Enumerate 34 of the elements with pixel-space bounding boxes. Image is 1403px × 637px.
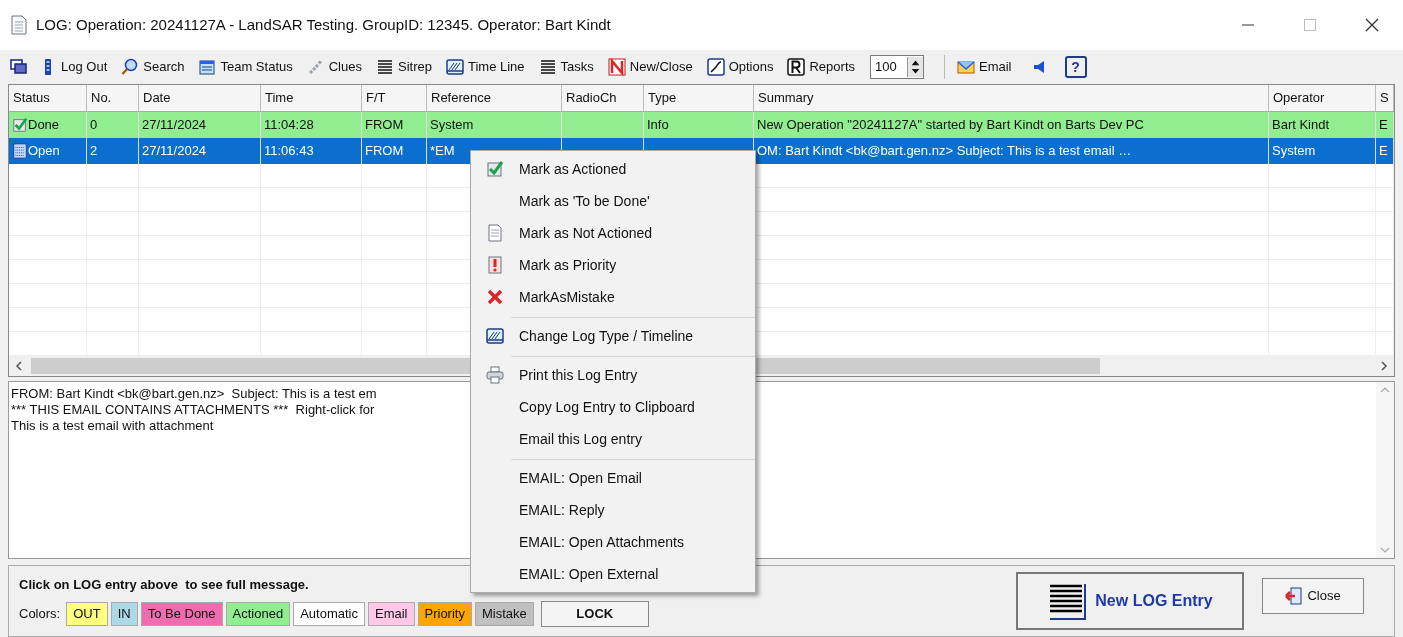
table-cell-text: OM: Bart Kindt <bk@bart.gen.nz> Subject: This is a test email … — [757, 142, 1132, 161]
color-legend-item: Automatic — [293, 601, 365, 626]
table-cell-text: E — [1379, 142, 1388, 161]
message-line: FROM: Bart Kindt <bk@bart.gen.nz> Subject: This is a test em — [11, 386, 377, 402]
table-cell-text: *EM — [430, 142, 455, 161]
table-cell-text: System — [1272, 142, 1316, 161]
table-cell-text: Open — [28, 142, 60, 161]
table-cell-text: 11:06:43 — [264, 142, 314, 161]
table-cell-text: 27/11/2024 — [142, 142, 207, 161]
table-cell-text: 11:04:28 — [264, 116, 314, 135]
color-legend-item: OUT — [66, 601, 108, 626]
table-cell-text: System — [430, 116, 474, 135]
spinner-value: 100 — [874, 58, 898, 77]
table-cell-text: Info — [647, 116, 669, 135]
table-cell-text: FROM — [365, 116, 404, 135]
table-cell-text: Bart Kindt — [1272, 116, 1330, 135]
message-line: This is a test email with attachment — [11, 418, 214, 434]
color-legend-item: Actioned — [225, 601, 291, 626]
table-cell-text: 0 — [90, 116, 98, 135]
message-line: *** THIS EMAIL CONTAINS ATTACHMENTS *** Right-click for — [11, 402, 375, 418]
table-cell-text: Done — [28, 116, 60, 135]
hint-text: Click on LOG entry above to see full message. — [19, 576, 309, 595]
color-legend-item: Priority — [417, 601, 472, 626]
table-cell-text: 2 — [90, 142, 98, 161]
table-cell-text: 27/11/2024 — [142, 116, 207, 135]
color-legend-item: To Be Done — [140, 601, 223, 626]
color-legend-item: Email — [368, 601, 415, 626]
color-legend-item: IN — [110, 601, 138, 626]
color-legend-item: Mistake — [474, 601, 534, 626]
table-cell-text: E — [1379, 116, 1388, 135]
window-title: LOG: Operation: 20241127A - LandSAR Testing. GroupID: 12345. Operator: Bart Kindt — [36, 14, 611, 35]
colors-label: Colors: — [19, 605, 61, 623]
table-cell-text: New Operation "20241127A" started by Bart Kindt on Barts Dev PC — [757, 116, 1144, 135]
table-cell-text: FROM — [365, 142, 404, 161]
